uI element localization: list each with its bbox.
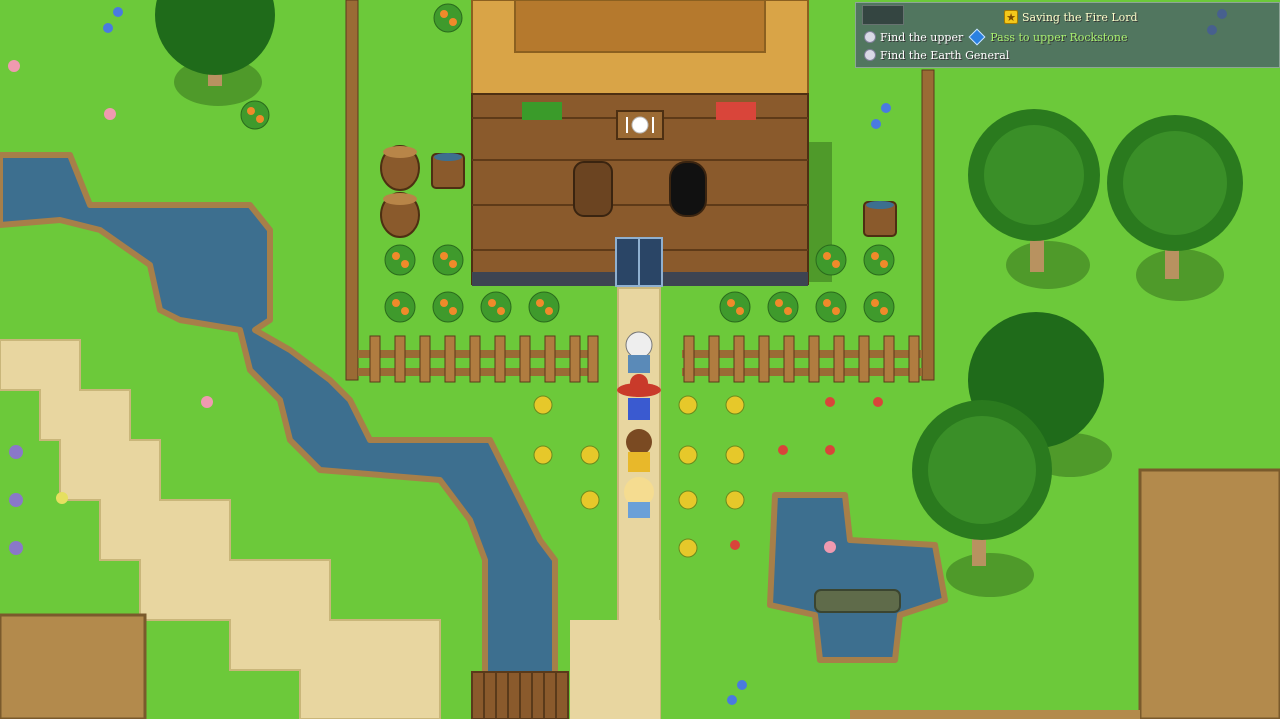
fence-post-row-west — [345, 0, 359, 381]
game-map[interactable] — [0, 0, 1280, 719]
cliff-ledge-south — [850, 710, 1140, 719]
water-bucket[interactable] — [863, 201, 897, 237]
plate-and-fork-icon — [616, 110, 664, 140]
quest-objective: Find the upper Pass to upper Rockstone — [864, 28, 1128, 46]
circle-icon — [864, 31, 876, 43]
flower-box-west — [522, 102, 562, 120]
quest-title: Saving the Fire Lord — [1022, 10, 1138, 24]
quest-tab[interactable] — [862, 5, 904, 25]
star-icon: ★ — [1004, 10, 1018, 24]
player-blonde[interactable] — [624, 477, 654, 518]
log-bridge[interactable] — [471, 671, 569, 719]
objective-text: Find the Earth General — [880, 48, 1010, 62]
house-arch-window — [669, 161, 707, 217]
barrel[interactable] — [380, 192, 420, 238]
cliff-east — [1138, 468, 1280, 719]
dirt-path-south — [570, 620, 660, 719]
party-member-brown-haired[interactable] — [626, 429, 652, 472]
party-member-white-haired[interactable] — [625, 331, 653, 373]
objective-hint: Pass to upper Rockstone — [990, 30, 1128, 44]
quest-tracker[interactable]: ★ Saving the Fire Lord Find the upper Pa… — [855, 2, 1280, 68]
game-screen[interactable]: ★ Saving the Fire Lord Find the upper Pa… — [0, 0, 1280, 719]
fence-post-row-east — [921, 69, 935, 381]
objective-text: Find the upper — [880, 30, 964, 44]
roof-ridge — [514, 0, 766, 53]
quest-objective: Find the Earth General — [864, 47, 1009, 63]
flower-box-east — [716, 102, 756, 120]
house-window — [573, 161, 613, 217]
crystal-icon — [968, 28, 986, 46]
circle-icon — [864, 49, 876, 61]
quest-title-row: ★ Saving the Fire Lord — [1004, 9, 1138, 25]
mossy-log — [814, 589, 901, 613]
cliff-west — [0, 613, 147, 719]
barrel[interactable] — [380, 145, 420, 191]
wooden-house[interactable] — [471, 0, 832, 287]
water-bucket[interactable] — [431, 153, 465, 189]
